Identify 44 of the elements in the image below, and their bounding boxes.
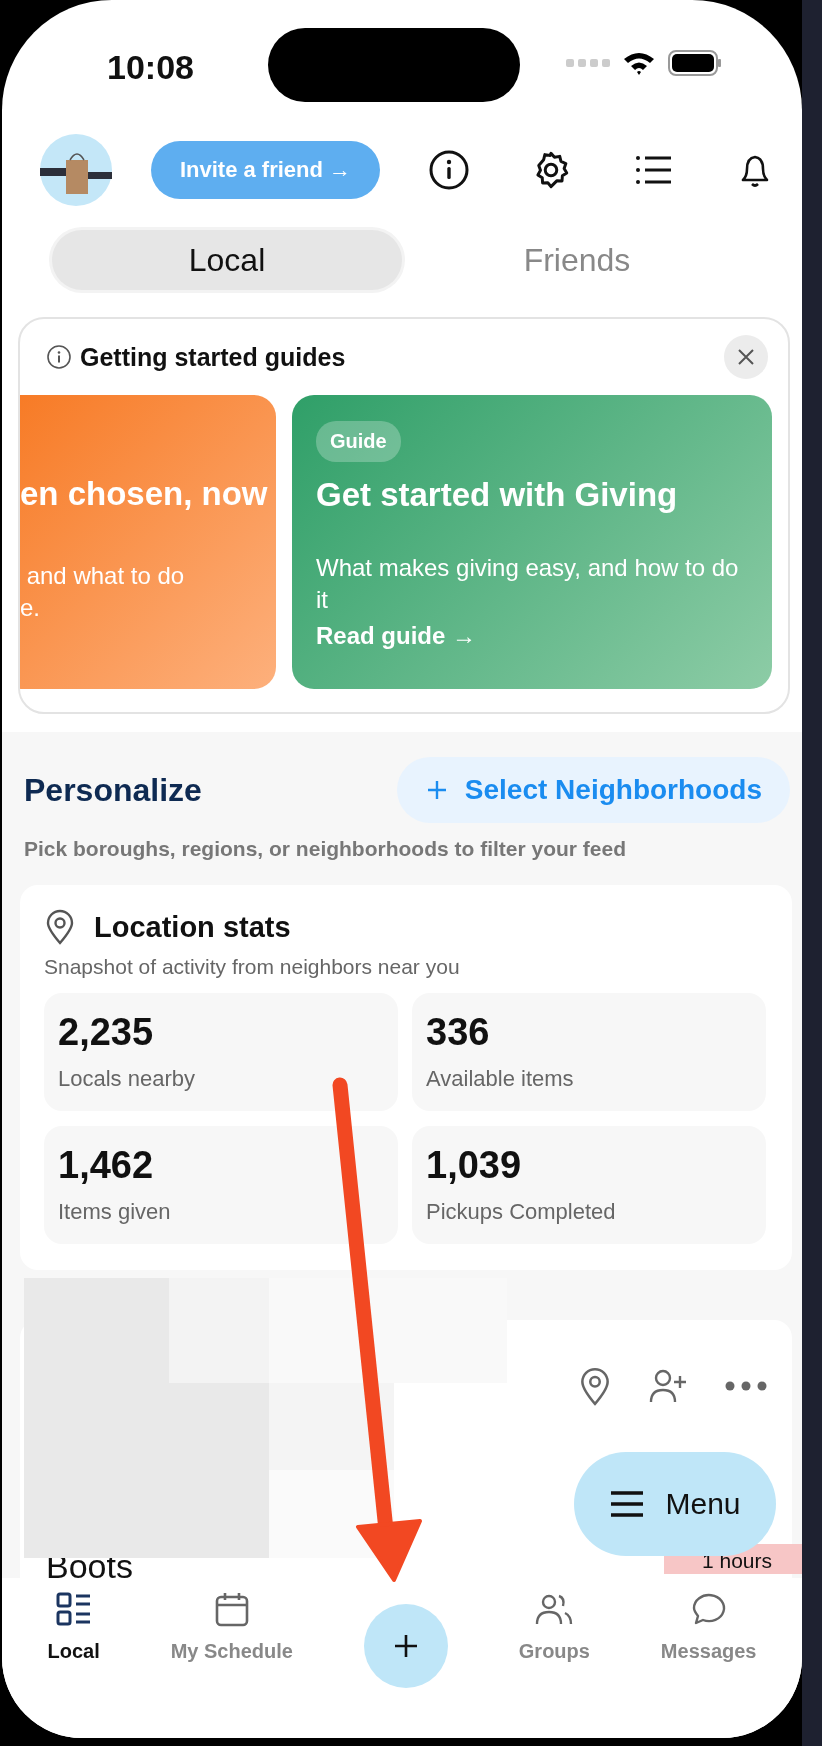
nav-tab[interactable]: Messages [660,1590,757,1663]
guide-title: en chosen, now [20,475,269,513]
stat-value: 1,462 [58,1144,155,1187]
location-stats-title: Location stats [94,910,291,944]
nav-tab[interactable]: My Schedule [170,1590,293,1663]
stat-label: Pickups Completed [426,1199,617,1225]
status-time: 10:08 [107,48,194,87]
nav-tab[interactable]: Groups [518,1590,590,1663]
personalize-title: Personalize [24,771,202,809]
signal-icon [566,58,610,68]
close-button[interactable] [724,335,768,379]
location-pin-icon [44,909,76,945]
guide-description: What makes giving easy, and how to do it [316,553,740,615]
avatar-image[interactable] [40,134,112,206]
guide-card[interactable]: en chosen, now and what to do e. [20,395,276,689]
guides-title: Getting started guides [80,342,346,372]
location-stats-subtitle: Snapshot of activity from neighbors near you [44,955,461,979]
stat-value: 2,235 [58,1011,155,1054]
stat-value: 336 [426,1011,491,1054]
location-pin-icon[interactable] [578,1366,612,1406]
menu-button[interactable]: Menu [574,1452,776,1556]
personalize-subtitle: Pick boroughs, regions, or neighborhoods to filter your feed [24,837,628,861]
stat-value: 1,039 [426,1144,523,1187]
select-neighborhoods-button[interactable]: Select Neighborhoods [396,757,790,823]
guide-description: e. [20,593,41,623]
wifi-icon [622,50,656,76]
stat-label: Locals nearby [58,1066,196,1092]
guide-title: Get started with Giving [316,476,679,514]
guide-badge: Guide [316,421,401,462]
invite-friend-button[interactable]: Invite a friend → [151,141,380,199]
feed-tab[interactable]: Friends [402,230,752,290]
guide-description: and what to do [25,561,186,591]
feed-tab[interactable]: Local [52,230,402,290]
nav-tab[interactable]: Local [47,1590,100,1663]
menu-icon [609,1490,646,1518]
guide-card[interactable]: Guide Get started with Giving What makes giving easy, and how to do it Read guide → [292,395,772,689]
more-icon[interactable] [724,1380,768,1392]
battery-icon [668,50,722,76]
stat-label: Items given [58,1199,172,1225]
info-icon[interactable] [428,149,470,191]
info-icon [46,344,72,370]
stat-label: Available items [426,1066,575,1092]
close-icon [737,348,755,366]
read-guide-link[interactable]: Read guide → [316,622,748,650]
